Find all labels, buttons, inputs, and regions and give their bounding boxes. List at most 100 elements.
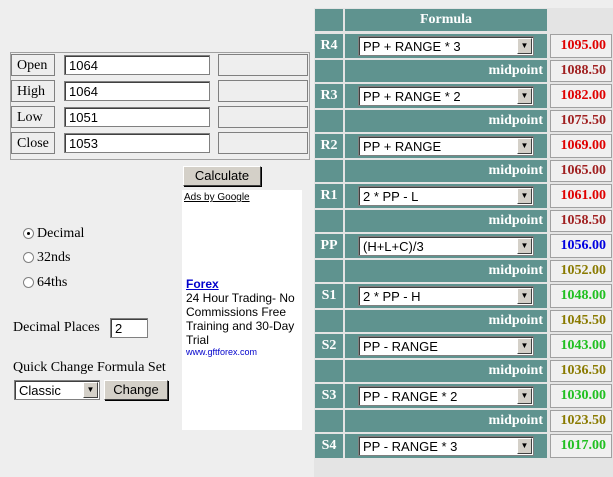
midpoint-value: 1036.50: [550, 360, 612, 382]
chevron-down-icon: ▼: [517, 388, 532, 404]
change-button[interactable]: Change: [104, 380, 168, 400]
level-tag: S1: [315, 284, 343, 308]
calculate-button[interactable]: Calculate: [183, 166, 261, 186]
formula-select[interactable]: (H+L+C)/3 ▼: [358, 236, 534, 256]
level-value: 1069.00: [550, 134, 612, 158]
64ths-label: 64ths: [37, 275, 68, 290]
formula-set-value: Classic: [19, 383, 61, 398]
32nds-label: 32nds: [37, 250, 71, 265]
level-value: 1030.00: [550, 384, 612, 408]
formula-header-blank: [315, 9, 343, 31]
midpoint-label: midpoint: [345, 210, 547, 232]
ohlc-empty-cell: [218, 106, 308, 128]
formula-table: Formula R4 PP + RANGE * 3 ▼ 1095.00 midpoint…: [314, 8, 613, 477]
formula-select[interactable]: PP - RANGE ▼: [358, 336, 534, 356]
formula-select-value: (H+L+C)/3: [363, 239, 424, 254]
midpoint-blank: [315, 160, 343, 182]
high-label: High: [11, 80, 55, 102]
formula-select[interactable]: PP + RANGE * 2 ▼: [358, 86, 534, 106]
chevron-down-icon: ▼: [517, 38, 532, 54]
level-value: 1095.00: [550, 34, 612, 58]
level-tag: PP: [315, 234, 343, 258]
open-label: Open: [11, 54, 55, 76]
formula-select-value: PP - RANGE: [363, 339, 438, 354]
formula-select-value: PP - RANGE * 2: [363, 389, 458, 404]
midpoint-value: 1058.50: [550, 210, 612, 232]
level-value: 1061.00: [550, 184, 612, 208]
chevron-down-icon: ▼: [517, 438, 532, 454]
level-value: 1056.00: [550, 234, 612, 258]
low-label: Low: [11, 106, 55, 128]
level-tag: R1: [315, 184, 343, 208]
formula-select[interactable]: 2 * PP - H ▼: [358, 286, 534, 306]
level-tag: S3: [315, 384, 343, 408]
decimal-label: Decimal: [37, 226, 85, 241]
ads-by-google-link[interactable]: Ads by Google: [184, 192, 250, 203]
level-value: 1017.00: [550, 434, 612, 458]
midpoint-blank: [315, 360, 343, 382]
formula-select[interactable]: PP - RANGE * 3 ▼: [358, 436, 534, 456]
32nds-radio[interactable]: [23, 252, 34, 263]
close-input[interactable]: 1053: [64, 133, 210, 153]
ohlc-row-low: Low 1051: [10, 106, 310, 132]
chevron-down-icon: ▼: [517, 88, 532, 104]
quick-change-label: Quick Change Formula Set: [13, 360, 166, 375]
midpoint-label: midpoint: [345, 160, 547, 182]
decimal-radio[interactable]: [23, 228, 34, 239]
low-input[interactable]: 1051: [64, 107, 210, 127]
64ths-radio[interactable]: [23, 277, 34, 288]
formula-select[interactable]: 2 * PP - L ▼: [358, 186, 534, 206]
ad-url[interactable]: www.gftforex.com: [186, 347, 257, 357]
ohlc-table: Open 1064 High 1064 Low 1051 Close 1053: [10, 52, 310, 160]
midpoint-blank: [315, 260, 343, 282]
level-tag: R2: [315, 134, 343, 158]
midpoint-label: midpoint: [345, 410, 547, 432]
midpoint-blank: [315, 310, 343, 332]
level-tag: R3: [315, 84, 343, 108]
midpoint-label: midpoint: [345, 110, 547, 132]
decimal-places-input[interactable]: 2: [110, 318, 148, 338]
decimal-places-label: Decimal Places: [13, 320, 100, 335]
midpoint-label: midpoint: [345, 60, 547, 82]
midpoint-blank: [315, 110, 343, 132]
formula-header: Formula: [345, 9, 547, 31]
ad-box: Ads by Google Forex 24 Hour Trading- No …: [182, 190, 302, 430]
open-input[interactable]: 1064: [64, 55, 210, 75]
level-tag: S4: [315, 434, 343, 458]
formula-select[interactable]: PP + RANGE * 3 ▼: [358, 36, 534, 56]
midpoint-value: 1075.50: [550, 110, 612, 132]
level-value: 1048.00: [550, 284, 612, 308]
chevron-down-icon: ▼: [517, 188, 532, 204]
midpoint-label: midpoint: [345, 310, 547, 332]
midpoint-blank: [315, 210, 343, 232]
formula-select[interactable]: PP + RANGE ▼: [358, 136, 534, 156]
chevron-down-icon: ▼: [517, 338, 532, 354]
formula-set-select[interactable]: Classic ▼: [14, 380, 100, 400]
level-tag: R4: [315, 34, 343, 58]
ohlc-empty-cell: [218, 80, 308, 102]
ohlc-row-high: High 1064: [10, 80, 310, 106]
high-input[interactable]: 1064: [64, 81, 210, 101]
ohlc-empty-cell: [218, 132, 308, 154]
midpoint-value: 1065.00: [550, 160, 612, 182]
chevron-down-icon: ▼: [517, 238, 532, 254]
midpoint-label: midpoint: [345, 260, 547, 282]
ohlc-row-open: Open 1064: [10, 54, 310, 80]
level-value: 1082.00: [550, 84, 612, 108]
formula-select-value: PP + RANGE * 2: [363, 89, 461, 104]
midpoint-value: 1088.50: [550, 60, 612, 82]
midpoint-value: 1052.00: [550, 260, 612, 282]
chevron-down-icon: ▼: [83, 382, 98, 398]
midpoint-label: midpoint: [345, 360, 547, 382]
ad-body: 24 Hour Trading- No Commissions Free Tra…: [186, 291, 295, 347]
formula-select-value: 2 * PP - H: [363, 289, 421, 304]
formula-select-value: PP - RANGE * 3: [363, 439, 458, 454]
midpoint-blank: [315, 410, 343, 432]
formula-select-value: 2 * PP - L: [363, 189, 419, 204]
formula-select[interactable]: PP - RANGE * 2 ▼: [358, 386, 534, 406]
formula-select-value: PP + RANGE * 3: [363, 39, 461, 54]
ad-title-link[interactable]: Forex: [186, 277, 219, 291]
close-label: Close: [11, 132, 55, 154]
ohlc-row-close: Close 1053: [10, 132, 310, 158]
midpoint-blank: [315, 60, 343, 82]
